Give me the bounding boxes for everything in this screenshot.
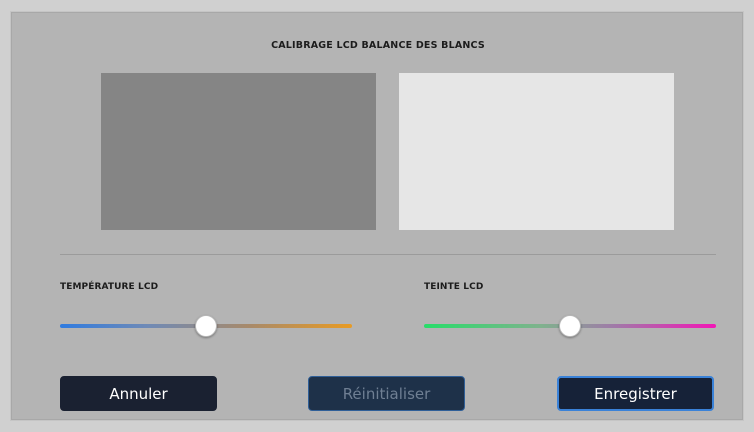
- temperature-label: TEMPÉRATURE LCD: [60, 282, 159, 292]
- divider: [60, 254, 716, 255]
- tint-slider-handle[interactable]: [559, 315, 581, 337]
- white-balance-dialog: CALIBRAGE LCD BALANCE DES BLANCS TEMPÉRA…: [11, 12, 743, 420]
- tint-label: TEINTE LCD: [424, 282, 484, 292]
- reference-white-swatch: [399, 73, 674, 230]
- cancel-button[interactable]: Annuler: [60, 376, 217, 411]
- reference-gray-swatch: [101, 73, 376, 230]
- reset-button[interactable]: Réinitialiser: [308, 376, 465, 411]
- temperature-slider-handle[interactable]: [195, 315, 217, 337]
- dialog-title: CALIBRAGE LCD BALANCE DES BLANCS: [271, 40, 485, 51]
- tint-slider[interactable]: [424, 315, 716, 337]
- temperature-slider[interactable]: [60, 315, 352, 337]
- save-button[interactable]: Enregistrer: [557, 376, 714, 411]
